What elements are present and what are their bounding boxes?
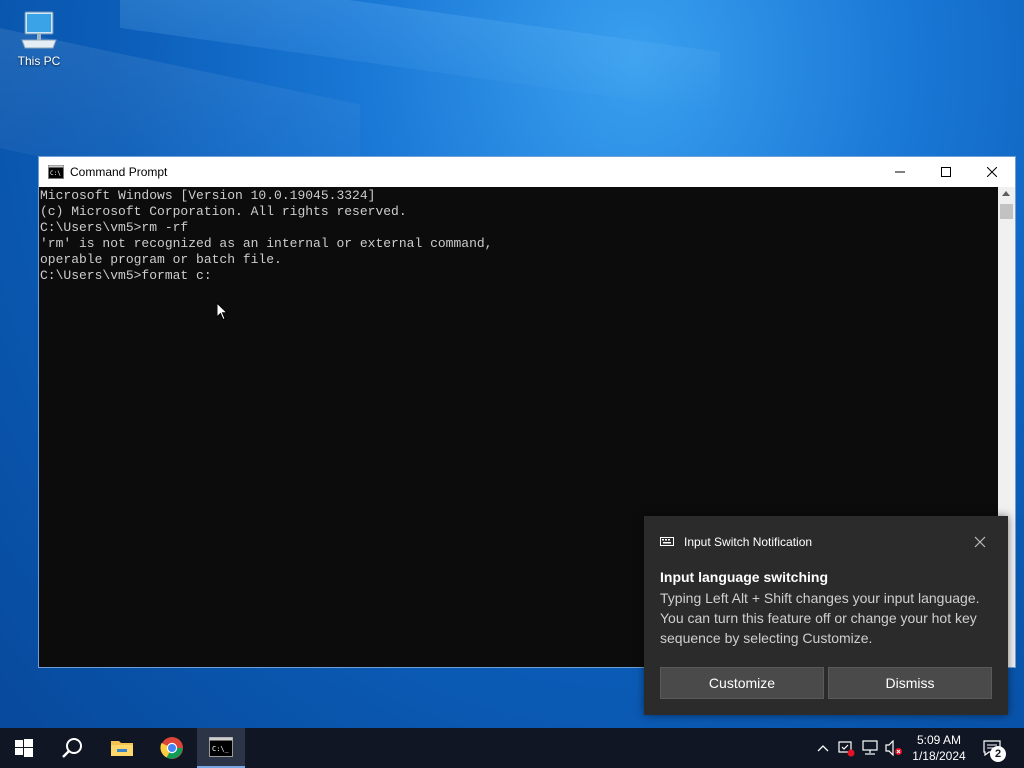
desktop-icon-label: This PC (17, 54, 61, 68)
command-prompt-taskbar-button[interactable]: C:\_ (197, 728, 245, 768)
network-tray-button[interactable] (860, 738, 880, 758)
keyboard-icon (660, 537, 674, 546)
minimize-icon (895, 171, 905, 173)
notification-app-name: Input Switch Notification (684, 535, 813, 549)
notification-count-badge: 2 (990, 746, 1006, 762)
start-icon (15, 739, 33, 757)
command-prompt-icon: C:\_ (209, 737, 233, 757)
security-icon (838, 741, 855, 757)
chevron-up-icon (817, 745, 829, 752)
wallpaper-shard (120, 0, 720, 113)
window-title: Command Prompt (70, 165, 168, 179)
desktop-icon-this-pc[interactable]: This PC (12, 8, 66, 68)
chrome-button[interactable] (148, 728, 196, 768)
console-line: operable program or batch file. (40, 252, 282, 267)
volume-muted-icon (885, 740, 902, 756)
svg-text:C:\_: C:\_ (212, 745, 230, 753)
input-switch-notification[interactable]: Input Switch Notification Input language… (644, 516, 1008, 715)
notification-title: Input language switching (660, 569, 828, 585)
mouse-pointer-icon (217, 303, 229, 321)
maximize-button[interactable] (923, 157, 969, 187)
search-button[interactable] (48, 728, 96, 768)
scrollbar-thumb[interactable] (1000, 204, 1013, 219)
taskbar: C:\_ 5:09 AM 1/18/2024 (0, 728, 1024, 768)
network-icon (862, 740, 878, 755)
close-button[interactable] (969, 157, 1015, 187)
close-icon (987, 167, 997, 177)
dismiss-button[interactable]: Dismiss (828, 667, 992, 699)
customize-button[interactable]: Customize (660, 667, 824, 699)
maximize-icon (941, 167, 951, 177)
notification-body: Typing Left Alt + Shift changes your inp… (660, 590, 980, 646)
clock-date: 1/18/2024 (912, 749, 966, 763)
clock-time: 5:09 AM (916, 733, 962, 747)
computer-icon (21, 11, 57, 49)
title-bar[interactable]: C:\ Command Prompt (39, 157, 1015, 187)
file-explorer-button[interactable] (98, 728, 146, 768)
file-explorer-icon (111, 741, 133, 756)
system-clock[interactable]: 5:09 AM 1/18/2024 (906, 732, 972, 764)
scroll-up-arrow-icon[interactable] (1002, 191, 1010, 196)
start-button[interactable] (0, 728, 48, 768)
console-prompt-line[interactable]: C:\Users\vm5>format c: (40, 268, 998, 284)
console-line: 'rm' is not recognized as an internal or… (40, 236, 493, 251)
close-icon[interactable] (974, 536, 986, 548)
volume-tray-button[interactable] (884, 738, 904, 758)
chrome-icon (160, 737, 183, 759)
console-line: (c) Microsoft Corporation. All rights re… (40, 204, 407, 219)
minimize-button[interactable] (877, 157, 923, 187)
svg-text:C:\: C:\ (50, 170, 61, 177)
console-line: Microsoft Windows [Version 10.0.19045.33… (40, 188, 376, 203)
security-tray-button[interactable] (836, 738, 856, 758)
command-prompt-icon: C:\ (48, 165, 64, 179)
show-hidden-icons-button[interactable] (813, 738, 833, 758)
console-line: C:\Users\vm5>rm -rf (40, 220, 189, 235)
search-icon (62, 738, 82, 758)
